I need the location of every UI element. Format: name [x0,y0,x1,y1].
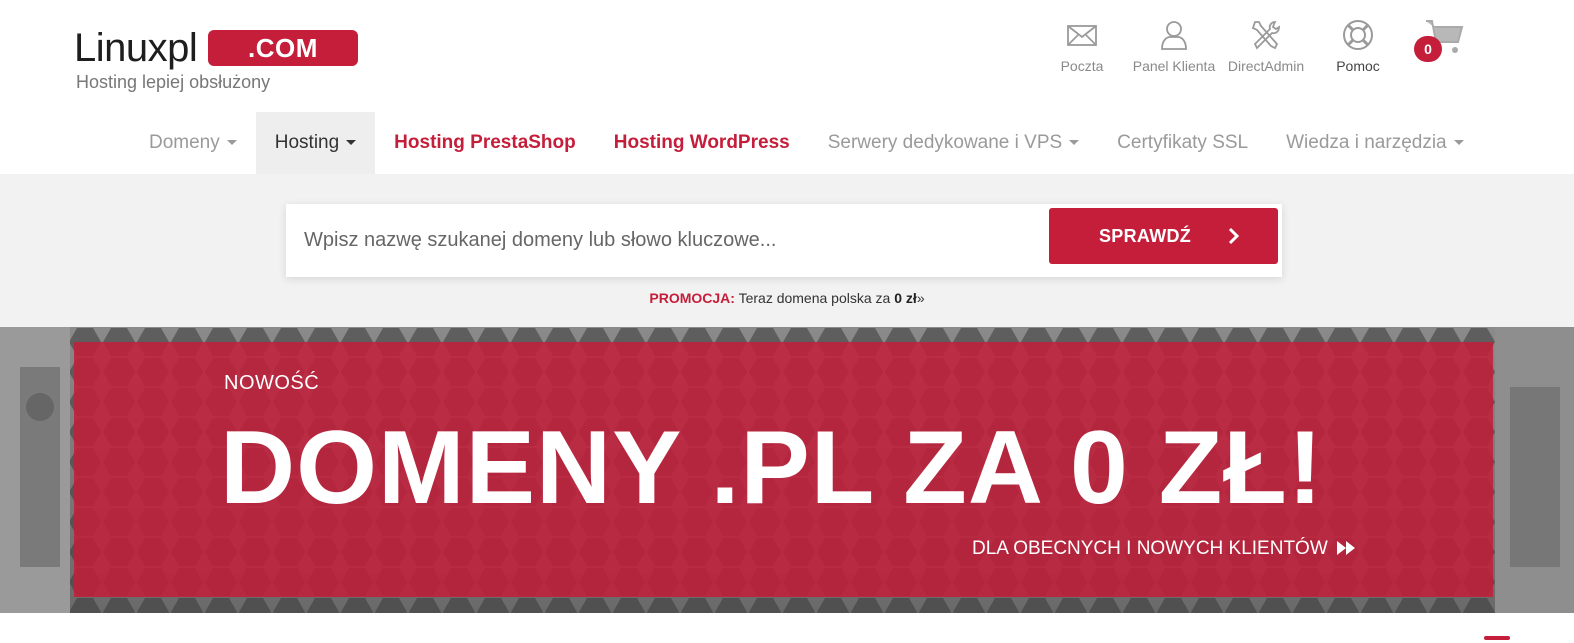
top-link-label: Pomoc [1336,58,1380,74]
fast-forward-icon [1337,541,1356,555]
promo-key: PROMOCJA: [649,290,735,306]
nav-item-label: Hosting [274,132,340,153]
check-domain-label: SPRAWDŹ [1099,226,1192,246]
domain-search-section: SPRAWDŹ PROMOCJA: Teraz domena polska za… [0,174,1574,327]
user-icon [1161,21,1187,50]
check-domain-button[interactable]: SPRAWDŹ [1049,208,1278,264]
top-link-label: DirectAdmin [1227,58,1305,74]
top-link-panel-klienta[interactable]: Panel Klienta [1128,18,1220,88]
domain-search-input[interactable] [286,204,1046,277]
nav-item-domeny[interactable]: Domeny [130,112,256,174]
hero-banner[interactable]: NOWOŚĆ DOMENY .PL ZA 0 ZŁ! DLA OBECNYCH … [0,327,1574,613]
nav-item-hosting-prestashop[interactable]: Hosting PrestaShop [375,112,595,174]
promo-line[interactable]: PROMOCJA: Teraz domena polska za 0 zł» [0,290,1574,306]
nav-item-label: Hosting PrestaShop [394,132,576,153]
nav-item-wiedza[interactable]: Wiedza i narzędzia [1267,112,1483,174]
cart-count-badge: 0 [1414,36,1442,62]
nav-item-label: Serwery dedykowane i VPS [827,132,1063,153]
nav-item-label: Domeny [149,132,220,153]
top-link-poczta[interactable]: Poczta [1036,18,1128,88]
hero-eyebrow: NOWOŚĆ [224,372,320,394]
top-link-label: Poczta [1060,58,1104,74]
logo-name: Linuxpl [74,26,198,70]
hero-subtitle: DLA OBECNYCH I NOWYCH KLIENTÓW [972,538,1328,559]
double-chevron-icon: » [916,290,925,306]
nav-item-hosting-wordpress[interactable]: Hosting WordPress [595,112,809,174]
caret-down-icon [346,140,357,146]
nav-item-certyfikaty-ssl[interactable]: Certyfikaty SSL [1098,112,1267,174]
top-link-directadmin[interactable]: DirectAdmin [1220,18,1312,88]
site-header: Linuxpl .COM Hosting lepiej obsłużony Po… [0,0,1574,174]
cart-button[interactable]: 0 [1414,18,1474,88]
scroll-top-hint [1484,636,1510,640]
domain-search-box: SPRAWDŹ [286,204,1282,277]
top-links: Poczta Panel Klienta DirectAdmin Pomoc 0 [1036,18,1474,88]
caret-down-icon [1069,140,1080,146]
promo-price: 0 zł [894,290,917,306]
hero-subtitle-link[interactable]: DLA OBECNYCH I NOWYCH KLIENTÓW [972,538,1356,560]
tools-icon [1251,21,1280,50]
main-nav: Domeny Hosting Hosting PrestaShop Hostin… [130,112,1483,174]
lifebuoy-icon [1343,20,1373,50]
nav-item-serwery[interactable]: Serwery dedykowane i VPS [809,112,1098,174]
nav-item-label: Certyfikaty SSL [1117,132,1249,153]
nav-item-label: Hosting WordPress [613,132,790,153]
logo-badge: .COM [208,30,358,66]
logo-tagline: Hosting lepiej obsłużony [76,72,271,92]
hero-panel: NOWOŚĆ DOMENY .PL ZA 0 ZŁ! DLA OBECNYCH … [74,342,1493,597]
logo[interactable]: Linuxpl .COM Hosting lepiej obsłużony [74,26,358,96]
caret-down-icon [226,140,237,146]
top-link-pomoc[interactable]: Pomoc [1312,18,1404,88]
nav-item-hosting[interactable]: Hosting [255,112,376,174]
chevron-right-icon [1228,227,1240,245]
top-link-label: Panel Klienta [1132,58,1216,74]
promo-text: Teraz domena polska za [738,290,891,306]
nav-item-label: Wiedza i narzędzia [1286,132,1447,153]
hero-title: DOMENY .PL ZA 0 ZŁ! [220,410,1324,526]
caret-down-icon [1453,140,1464,146]
envelope-icon [1067,25,1097,46]
